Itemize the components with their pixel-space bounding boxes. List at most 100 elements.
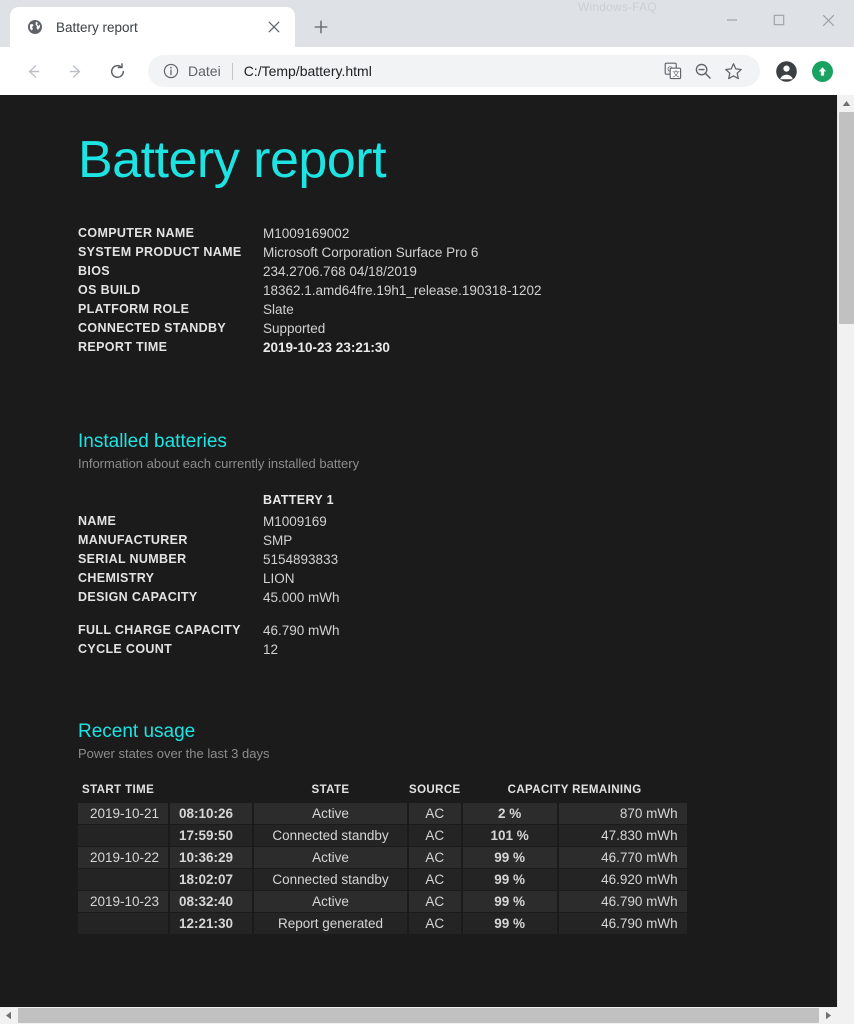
battery-key: DESIGN CAPACITY: [78, 590, 263, 609]
new-tab-button[interactable]: [306, 12, 336, 42]
usage-percent: 2 %: [463, 803, 557, 824]
usage-time: 18:02:07: [170, 869, 252, 890]
usage-state: Active: [254, 803, 407, 824]
table-row: OS BUILD 18362.1.amd64fre.19h1_release.1…: [78, 283, 541, 302]
info-key: BIOS: [78, 264, 263, 283]
battery-key: NAME: [78, 514, 263, 533]
installed-batteries-subheading: Information about each currently install…: [78, 456, 837, 471]
usage-source: AC: [409, 825, 461, 846]
page-viewport: Battery report COMPUTER NAME M1009169002…: [0, 95, 854, 1007]
info-key: COMPUTER NAME: [78, 226, 263, 245]
usage-mwh: 46.790 mWh: [559, 891, 687, 912]
maximize-button[interactable]: [755, 0, 802, 40]
battery-key: CHEMISTRY: [78, 571, 263, 590]
table-row: MANUFACTURER SMP: [78, 533, 340, 552]
battery-key: CYCLE COUNT: [78, 642, 263, 661]
usage-source: AC: [409, 869, 461, 890]
battery-key: MANUFACTURER: [78, 533, 263, 552]
horizontal-scrollbar[interactable]: [0, 1007, 837, 1024]
update-button[interactable]: [807, 56, 837, 86]
header-capacity-remaining: CAPACITY REMAINING: [463, 784, 687, 802]
caret-right-icon[interactable]: [820, 1007, 837, 1024]
usage-mwh: 46.920 mWh: [559, 869, 687, 890]
usage-time: 17:59:50: [170, 825, 252, 846]
caret-up-icon[interactable]: [838, 95, 854, 112]
installed-batteries-table: BATTERY 1 NAME M1009169 MANUFACTURER SMP…: [78, 493, 340, 661]
window-controls: [708, 0, 854, 40]
battery-key: SERIAL NUMBER: [78, 552, 263, 571]
usage-state: Active: [254, 847, 407, 868]
installed-batteries-heading: Installed batteries: [78, 431, 837, 453]
system-info-table: COMPUTER NAME M1009169002 SYSTEM PRODUCT…: [78, 226, 541, 359]
usage-date: 2019-10-21: [78, 803, 168, 824]
usage-state: Report generated: [254, 913, 407, 934]
table-row: NAME M1009169: [78, 514, 340, 533]
usage-percent: 99 %: [463, 847, 557, 868]
info-key: SYSTEM PRODUCT NAME: [78, 245, 263, 264]
recent-usage-table: START TIME STATE SOURCE CAPACITY REMAINI…: [76, 783, 689, 935]
table-row: 2019-10-21 08:10:26 Active AC 2 % 870 mW…: [78, 803, 687, 824]
usage-date: [78, 825, 168, 846]
minimize-button[interactable]: [708, 0, 755, 40]
battery-column-header: BATTERY 1: [263, 493, 340, 514]
table-row: CHEMISTRY LION: [78, 571, 340, 590]
info-value: 234.2706.768 04/18/2019: [263, 264, 541, 283]
close-icon[interactable]: [263, 16, 285, 38]
scrollbar-corner: [837, 1007, 854, 1024]
table-row: COMPUTER NAME M1009169002: [78, 226, 541, 245]
address-url-text[interactable]: C:/Temp/battery.html: [244, 63, 656, 79]
horizontal-scrollbar-thumb[interactable]: [18, 1008, 819, 1023]
browser-tab[interactable]: Battery report: [10, 7, 295, 47]
table-row: 2019-10-23 08:32:40 Active AC 99 % 46.79…: [78, 891, 687, 912]
usage-percent: 101 %: [463, 825, 557, 846]
section-spacer: [78, 661, 837, 721]
address-bar[interactable]: Datei C:/Temp/battery.html G 文: [148, 55, 760, 87]
info-circle-icon[interactable]: [162, 63, 179, 80]
info-key: REPORT TIME: [78, 340, 263, 359]
info-value: M1009169002: [263, 226, 541, 245]
battery-value: 5154893833: [263, 552, 340, 571]
table-row: PLATFORM ROLE Slate: [78, 302, 541, 321]
vertical-scrollbar[interactable]: [837, 95, 854, 1007]
address-separator: [232, 63, 233, 80]
row-spacer: [78, 609, 340, 623]
reload-icon[interactable]: [102, 56, 132, 86]
info-value: Microsoft Corporation Surface Pro 6: [263, 245, 541, 264]
usage-date: [78, 869, 168, 890]
arrow-left-icon[interactable]: [18, 56, 48, 86]
svg-text:文: 文: [672, 69, 680, 79]
info-key: OS BUILD: [78, 283, 263, 302]
usage-time: 08:10:26: [170, 803, 252, 824]
usage-state: Connected standby: [254, 825, 407, 846]
arrow-right-icon[interactable]: [60, 56, 90, 86]
browser-toolbar: Datei C:/Temp/battery.html G 文: [0, 47, 854, 95]
usage-percent: 99 %: [463, 869, 557, 890]
table-row: DESIGN CAPACITY 45.000 mWh: [78, 590, 340, 609]
header-state: STATE: [254, 784, 407, 802]
translate-icon[interactable]: G 文: [660, 58, 686, 84]
profile-avatar-icon[interactable]: [771, 56, 801, 86]
page-title: Battery report: [78, 133, 837, 188]
usage-time: 12:21:30: [170, 913, 252, 934]
header-source: SOURCE: [409, 784, 461, 802]
usage-state: Active: [254, 891, 407, 912]
usage-source: AC: [409, 913, 461, 934]
table-row: SERIAL NUMBER 5154893833: [78, 552, 340, 571]
usage-mwh: 46.770 mWh: [559, 847, 687, 868]
battery-key: FULL CHARGE CAPACITY: [78, 623, 263, 642]
usage-percent: 99 %: [463, 913, 557, 934]
battery-value: M1009169: [263, 514, 340, 533]
battery-value: LION: [263, 571, 340, 590]
battery-value: SMP: [263, 533, 340, 552]
zoom-out-icon[interactable]: [690, 58, 716, 84]
browser-window: Windows-FAQ Battery report: [0, 0, 854, 1024]
window-close-button[interactable]: [802, 0, 854, 40]
table-row: CYCLE COUNT 12: [78, 642, 340, 661]
vertical-scrollbar-thumb[interactable]: [839, 112, 854, 324]
star-icon[interactable]: [720, 58, 746, 84]
caret-left-icon[interactable]: [0, 1007, 17, 1024]
info-value: Supported: [263, 321, 541, 340]
usage-date: 2019-10-23: [78, 891, 168, 912]
usage-date: [78, 913, 168, 934]
table-row: 17:59:50 Connected standby AC 101 % 47.8…: [78, 825, 687, 846]
